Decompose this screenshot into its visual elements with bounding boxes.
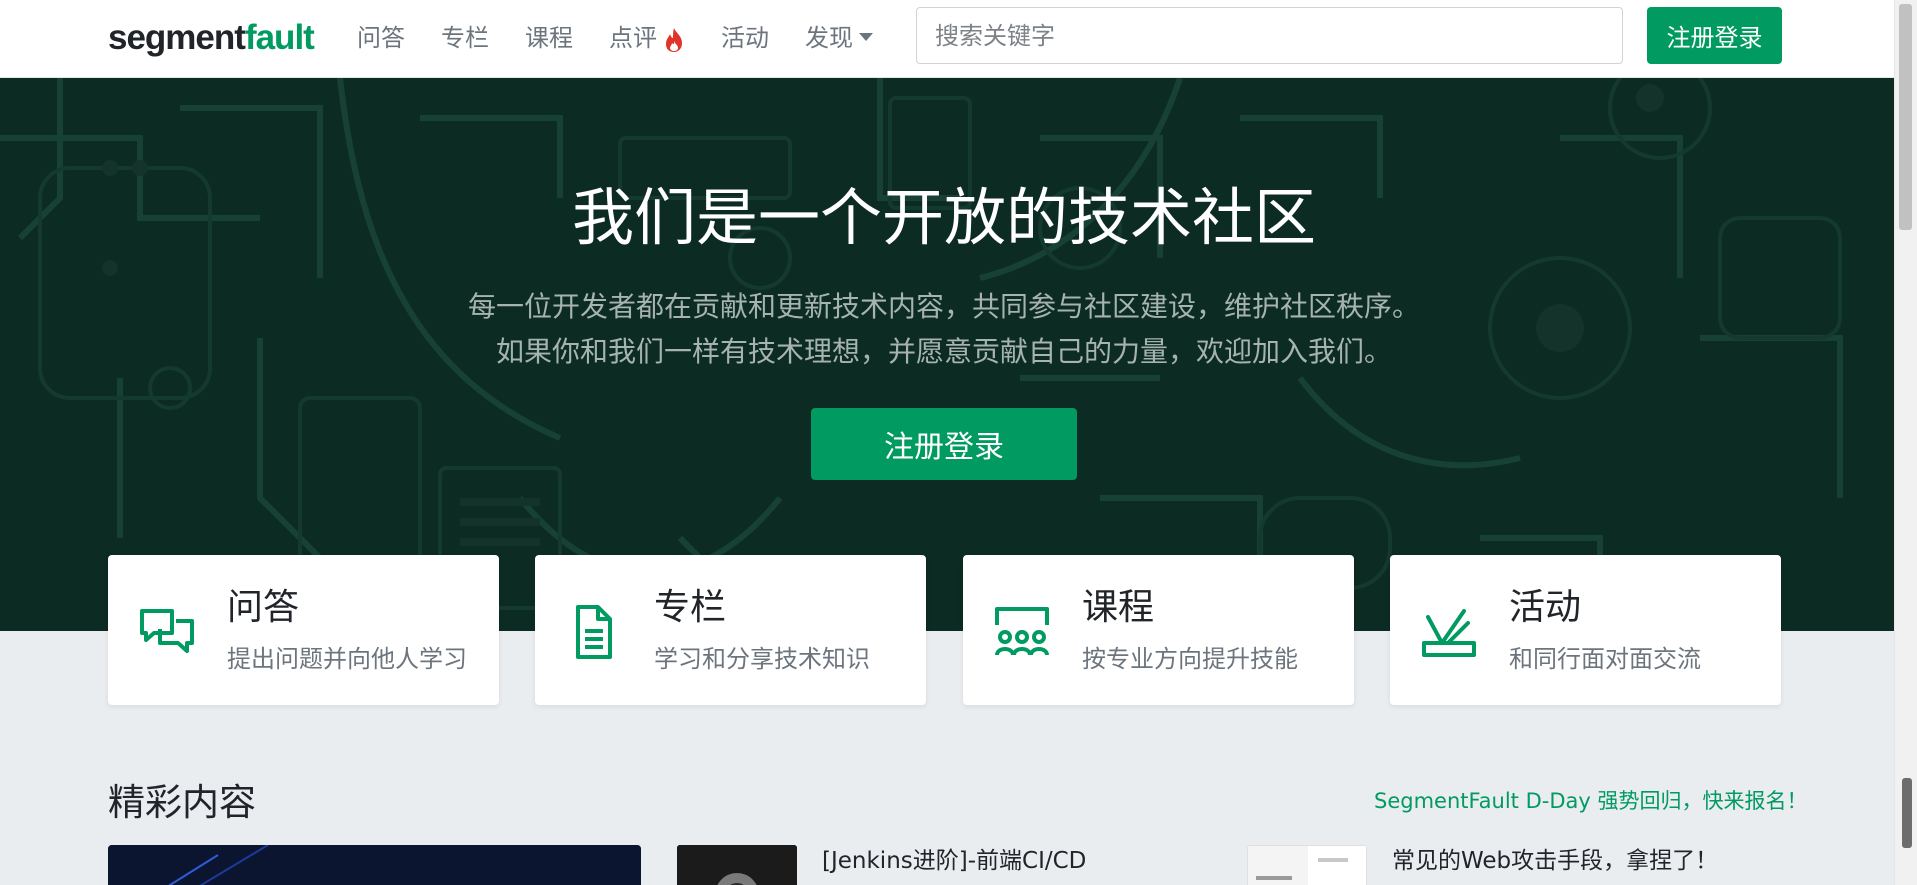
activity-icon [1422,609,1476,657]
section-title: 精彩内容 [108,781,256,824]
scrollbar-thumb[interactable] [1899,4,1912,230]
top-navbar: segmentfault 问答 专栏 课程 点评 活动 发现 注册登录 [0,0,1894,78]
article-thumbnail[interactable] [1247,845,1367,885]
promo-link[interactable]: SegmentFault D-Day 强势回归，快来报名！ [1374,786,1807,816]
logo-segment-text: segment [108,18,246,57]
nav-columns[interactable]: 专栏 [441,22,489,54]
nav-discover[interactable]: 发现 [805,22,853,54]
caret-down-icon[interactable] [859,33,873,41]
article-thumbnail[interactable] [677,845,797,885]
feature-title: 活动 [1509,587,1582,628]
feature-card-questions[interactable]: 问答 提出问题并向他人学习 [108,555,499,705]
featured-image-graphic [108,845,641,885]
feature-desc: 按专业方向提升技能 [1082,645,1298,673]
feature-title: 课程 [1082,587,1155,628]
classroom-icon [995,607,1049,656]
feature-title: 问答 [227,587,300,628]
hero-subtitle-line2: 如果你和我们一样有技术理想，并愿意贡献自己的力量，欢迎加入我们。 [495,335,1392,368]
chat-bubbles-icon [140,609,194,653]
feature-title: 专栏 [654,587,727,628]
feature-desc: 和同行面对面交流 [1509,645,1701,673]
feature-card-events[interactable]: 活动 和同行面对面交流 [1390,555,1781,705]
thumbnail-graphic [677,845,797,885]
login-register-button[interactable]: 注册登录 [1647,7,1782,64]
document-icon [576,605,612,659]
hero-subtitle-line1: 每一位开发者都在贡献和更新技术内容，共同参与社区建设，维护社区秩序。 [467,290,1420,323]
article-title[interactable]: [Jenkins进阶]-前端CI/CD [822,845,1086,877]
feature-card-columns[interactable]: 专栏 学习和分享技术知识 [535,555,926,705]
hero-subtitle: 每一位开发者都在贡献和更新技术内容，共同参与社区建设，维护社区秩序。 如果你和我… [0,284,1888,374]
featured-article-image[interactable] [108,845,641,885]
nav-reviews[interactable]: 点评 [609,22,657,54]
logo-fault-text: fault [244,18,315,57]
hero-banner: 我们是一个开放的技术社区 每一位开发者都在贡献和更新技术内容，共同参与社区建设，… [0,78,1894,631]
nav-events[interactable]: 活动 [721,22,769,54]
feature-card-courses[interactable]: 课程 按专业方向提升技能 [963,555,1354,705]
feature-desc: 学习和分享技术知识 [654,645,870,673]
scrollbar-grip[interactable] [1902,778,1912,848]
article-title[interactable]: 常见的Web攻击手段，拿捏了！ [1392,845,1718,877]
hero-register-button[interactable]: 注册登录 [811,408,1077,480]
hero-title: 我们是一个开放的技术社区 [571,181,1316,254]
fire-icon [666,28,682,52]
feature-desc: 提出问题并向他人学习 [227,645,467,673]
site-logo[interactable]: segmentfault [108,16,315,60]
nav-courses[interactable]: 课程 [525,22,573,54]
search-input[interactable] [916,7,1623,64]
thumbnail-graphic [1248,846,1366,885]
nav-questions[interactable]: 问答 [357,22,405,54]
